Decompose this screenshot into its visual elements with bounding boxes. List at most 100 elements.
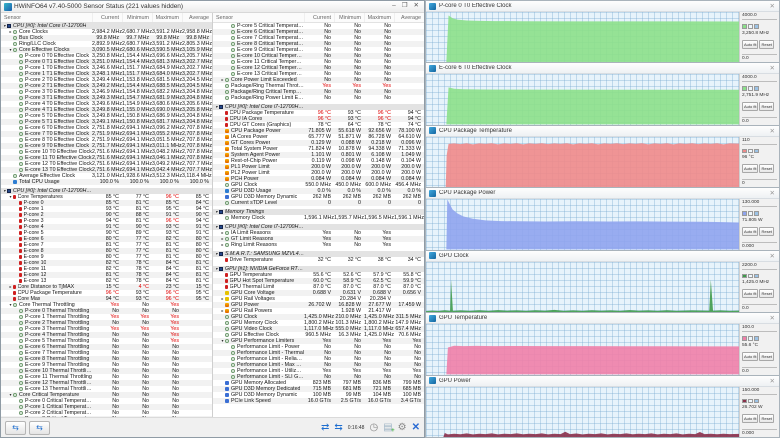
- grid-color-swatch[interactable]: [754, 336, 759, 341]
- graph-titlebar[interactable]: GPU Clock ✕: [426, 251, 779, 262]
- graph-titlebar[interactable]: E-core 6 T0 Effective Clock ✕: [426, 63, 779, 74]
- sensor-row[interactable]: Current sTDP Level 0 0 0 0: [213, 200, 424, 206]
- graph-titlebar[interactable]: GPU Power ✕: [426, 376, 779, 387]
- graph-scale-max: 100.0: [742, 325, 777, 332]
- sensor-label: PCIe Link Speed: [231, 398, 271, 404]
- sensor-type-icon: [225, 231, 229, 235]
- graph-close-icon[interactable]: ✕: [770, 314, 776, 322]
- value-minimum: No: [334, 95, 364, 101]
- background-color-swatch[interactable]: [748, 211, 753, 216]
- column-header-maximum[interactable]: Maximum: [152, 13, 182, 22]
- graph-window: CPU Package Temperature ✕ 110 96 °C Auto…: [425, 126, 780, 188]
- value-current: No: [304, 95, 334, 101]
- graph-titlebar[interactable]: P-core 0 T0 Effective Clock ✕: [426, 1, 779, 12]
- graph-close-icon[interactable]: ✕: [770, 127, 776, 135]
- graph-close-icon[interactable]: ✕: [770, 189, 776, 197]
- graph-titlebar[interactable]: CPU Package Temperature ✕: [426, 126, 779, 137]
- settings-gear-icon[interactable]: ⚙: [398, 423, 407, 433]
- column-header-minimum[interactable]: Minimum: [122, 13, 152, 22]
- series-color-swatch[interactable]: [742, 24, 747, 29]
- sensor-type-icon: [19, 237, 22, 241]
- background-color-swatch[interactable]: [748, 149, 753, 154]
- graph-scale-max: 2200.0: [742, 263, 777, 270]
- sensor-type-icon: [19, 219, 22, 223]
- sensor-type-icon: [231, 30, 235, 34]
- graph-close-icon[interactable]: ✕: [770, 252, 776, 260]
- expand-columns-button[interactable]: ⇆: [29, 421, 50, 435]
- background-color-swatch[interactable]: [748, 399, 753, 404]
- autofit-button[interactable]: Auto fit: [742, 102, 758, 111]
- grid-color-swatch[interactable]: [754, 86, 759, 91]
- sensor-type-icon: [225, 315, 229, 319]
- sensor-type-icon: [225, 291, 229, 295]
- reset-button[interactable]: Reset: [759, 414, 773, 423]
- graph-scale-max: 110: [742, 138, 777, 145]
- sensor-row[interactable]: Total CPU Usage 100.0 % 100.0 % 100.0 % …: [1, 179, 212, 185]
- series-color-swatch[interactable]: [742, 149, 747, 154]
- column-header-current[interactable]: Current: [92, 13, 122, 22]
- column-header-average[interactable]: Average: [394, 13, 424, 22]
- reset-button[interactable]: Reset: [759, 102, 773, 111]
- grid-color-swatch[interactable]: [754, 274, 759, 279]
- background-color-swatch[interactable]: [748, 274, 753, 279]
- column-header-maximum[interactable]: Maximum: [364, 13, 394, 22]
- column-header-minimum[interactable]: Minimum: [334, 13, 364, 22]
- grid-color-swatch[interactable]: [754, 149, 759, 154]
- column-header-sensor[interactable]: Sensor: [1, 15, 92, 21]
- sensor-row[interactable]: Drive Temperature 32 °C 32 °C 38 °C 34 °…: [213, 257, 424, 263]
- reset-button[interactable]: Reset: [759, 289, 773, 298]
- reset-button[interactable]: Reset: [759, 40, 773, 49]
- clock-icon[interactable]: ◷: [369, 423, 378, 433]
- shrink-columns-button[interactable]: ⇆: [5, 421, 26, 435]
- graph-color-legend: [742, 211, 777, 216]
- column-header-current[interactable]: Current: [304, 13, 334, 22]
- value-average: 1,596.1 MHz: [394, 215, 424, 221]
- graph-close-icon[interactable]: ✕: [770, 64, 776, 72]
- series-color-swatch[interactable]: [742, 211, 747, 216]
- sensor-type-icon: [231, 42, 235, 46]
- autofit-button[interactable]: Auto fit: [742, 414, 758, 423]
- minimize-button[interactable]: –: [392, 3, 396, 10]
- sensor-row[interactable]: ▸ Ring Limit Reasons Yes No Yes: [213, 242, 424, 248]
- reset-button[interactable]: Reset: [759, 164, 773, 173]
- graph-color-legend: [742, 399, 777, 404]
- close-sensors-icon[interactable]: ✕: [412, 423, 420, 433]
- series-color-swatch[interactable]: [742, 336, 747, 341]
- graph-titlebar[interactable]: GPU Temperature ✕: [426, 313, 779, 324]
- autofit-button[interactable]: Auto fit: [742, 289, 758, 298]
- logging-report-icon[interactable]: ▤+: [383, 423, 392, 433]
- reset-button[interactable]: Reset: [759, 352, 773, 361]
- column-header-average[interactable]: Average: [182, 13, 212, 22]
- maximize-button[interactable]: ❐: [402, 3, 408, 10]
- close-button[interactable]: ✕: [414, 3, 419, 10]
- autofit-button[interactable]: Auto fit: [742, 164, 758, 173]
- autofit-button[interactable]: Auto fit: [742, 227, 758, 236]
- series-color-swatch[interactable]: [742, 86, 747, 91]
- column-header-sensor[interactable]: Sensor: [213, 15, 304, 21]
- grid-color-swatch[interactable]: [754, 211, 759, 216]
- graph-titlebar[interactable]: CPU Package Power ✕: [426, 188, 779, 199]
- grid-color-swatch[interactable]: [754, 24, 759, 29]
- sensor-window-titlebar[interactable]: HWiNFO64 v7.40-5000 Sensor Status (221 v…: [1, 1, 424, 13]
- configure-sensors-icon[interactable]: ⇄: [321, 423, 329, 433]
- background-color-swatch[interactable]: [748, 24, 753, 29]
- autofit-button[interactable]: Auto fit: [742, 40, 758, 49]
- sensor-type-icon: [225, 165, 229, 169]
- grid-color-swatch[interactable]: [754, 399, 759, 404]
- sensor-row[interactable]: Package/Ring Power Limit Exceeded No No …: [213, 95, 424, 101]
- sensor-type-icon: [225, 111, 228, 115]
- reset-button[interactable]: Reset: [759, 227, 773, 236]
- graph-close-icon[interactable]: ✕: [770, 377, 776, 385]
- background-color-swatch[interactable]: [748, 86, 753, 91]
- sensor-row[interactable]: Memory Clock 1,596.1 MHz 1,595.7 MHz 1,5…: [213, 215, 424, 221]
- sensor-type-icon: [19, 120, 23, 124]
- reset-values-icon[interactable]: ⇆: [334, 423, 342, 433]
- background-color-swatch[interactable]: [748, 336, 753, 341]
- autofit-button[interactable]: Auto fit: [742, 352, 758, 361]
- graph-close-icon[interactable]: ✕: [770, 2, 776, 10]
- graph-color-legend: [742, 274, 777, 279]
- series-color-swatch[interactable]: [742, 399, 747, 404]
- value-current: 16.0 GT/s: [304, 398, 334, 404]
- series-color-swatch[interactable]: [742, 274, 747, 279]
- sensor-row[interactable]: PCIe Link Speed 16.0 GT/s 2.5 GT/s 16.0 …: [213, 398, 424, 404]
